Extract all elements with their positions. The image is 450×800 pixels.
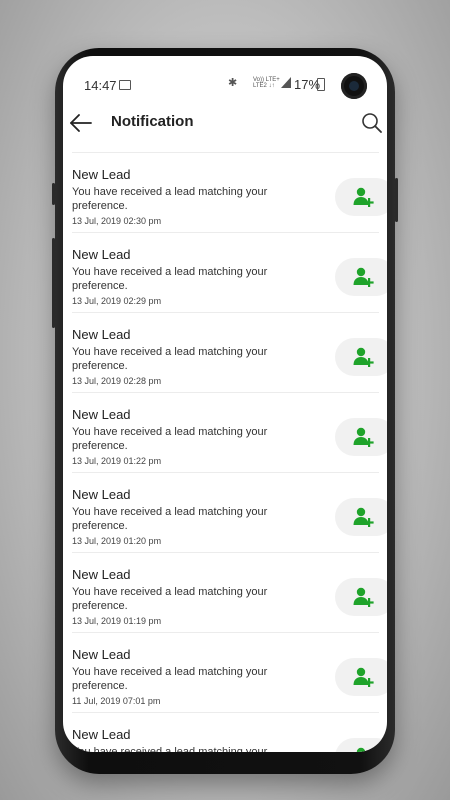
network-indicator: Vo)) LTE+ LTE2 ↓↑	[253, 77, 280, 89]
divider	[72, 552, 379, 553]
notification-title: New Lead	[72, 727, 131, 742]
list-item[interactable]: New Lead You have received a lead matchi…	[63, 632, 387, 712]
notification-date: 13 Jul, 2019 01:22 pm	[72, 456, 162, 466]
notification-message: You have received a lead matching your p…	[72, 506, 268, 532]
add-user-icon	[353, 667, 374, 687]
signal-icon	[281, 77, 291, 88]
notification-date: 13 Jul, 2019 02:28 pm	[72, 376, 162, 386]
divider	[72, 312, 379, 313]
notification-message: You have received a lead matching your	[72, 746, 268, 752]
divider	[72, 232, 379, 233]
screen: 14:47 ✱ Vo)) LTE+ LTE2 ↓↑ 17% Notificati…	[63, 56, 387, 752]
list-item[interactable]: New Lead You have received a lead matchi…	[63, 392, 387, 472]
add-lead-button[interactable]	[335, 258, 387, 296]
notification-title: New Lead	[72, 647, 131, 662]
notification-date: 13 Jul, 2019 01:20 pm	[72, 536, 162, 546]
list-item[interactable]: New Lead You have received a lead matchi…	[63, 232, 387, 312]
divider	[72, 152, 379, 153]
divider	[72, 392, 379, 393]
notification-date: 13 Jul, 2019 02:29 pm	[72, 296, 162, 306]
list-item[interactable]: New Lead You have received a lead matchi…	[63, 472, 387, 552]
notification-message: You have received a lead matching your p…	[72, 586, 268, 612]
list-item[interactable]: New Lead You have received a lead matchi…	[63, 152, 387, 232]
notification-message: You have received a lead matching your p…	[72, 266, 268, 292]
search-icon[interactable]	[360, 111, 384, 135]
notification-message: You have received a lead matching your p…	[72, 666, 268, 692]
list-item[interactable]: New Lead You have received a lead matchi…	[63, 552, 387, 632]
list-item[interactable]: New Lead You have received a lead matchi…	[63, 712, 387, 752]
battery-icon	[317, 78, 325, 91]
power-button	[395, 178, 398, 222]
bluetooth-icon: ✱	[228, 77, 238, 89]
notification-message: You have received a lead matching your p…	[72, 346, 268, 372]
divider	[72, 632, 379, 633]
notification-title: New Lead	[72, 247, 131, 262]
add-user-icon	[353, 587, 374, 607]
add-lead-button[interactable]	[335, 498, 387, 536]
volume-rocker	[52, 238, 55, 328]
page-title: Notification	[111, 113, 194, 130]
notification-date: 13 Jul, 2019 02:30 pm	[72, 216, 162, 226]
add-user-icon	[353, 267, 374, 287]
volume-button	[52, 183, 55, 205]
add-lead-button[interactable]	[335, 418, 387, 456]
notification-title: New Lead	[72, 407, 131, 422]
divider	[72, 712, 379, 713]
list-item[interactable]: New Lead You have received a lead matchi…	[63, 312, 387, 392]
notification-message: You have received a lead matching your p…	[72, 186, 268, 212]
notification-title: New Lead	[72, 167, 131, 182]
notification-date: 11 Jul, 2019 07:01 pm	[72, 696, 161, 706]
add-user-icon	[353, 507, 374, 527]
add-user-icon	[353, 187, 374, 207]
front-camera	[341, 73, 367, 99]
divider	[72, 472, 379, 473]
notification-title: New Lead	[72, 567, 131, 582]
arrow-left-icon[interactable]	[68, 110, 94, 136]
gallery-icon	[119, 80, 131, 90]
add-lead-button[interactable]	[335, 178, 387, 216]
notification-title: New Lead	[72, 327, 131, 342]
add-user-icon	[353, 427, 374, 447]
notification-date: 13 Jul, 2019 01:19 pm	[72, 616, 162, 626]
app-bar: Notification	[63, 104, 387, 144]
add-lead-button[interactable]	[335, 338, 387, 376]
notification-title: New Lead	[72, 487, 131, 502]
add-lead-button[interactable]	[335, 658, 387, 696]
add-lead-button[interactable]	[335, 578, 387, 616]
status-time: 14:47	[84, 78, 117, 93]
notification-message: You have received a lead matching your p…	[72, 426, 268, 452]
add-user-icon	[353, 347, 374, 367]
add-lead-button[interactable]	[335, 738, 387, 752]
add-user-icon	[356, 747, 366, 752]
